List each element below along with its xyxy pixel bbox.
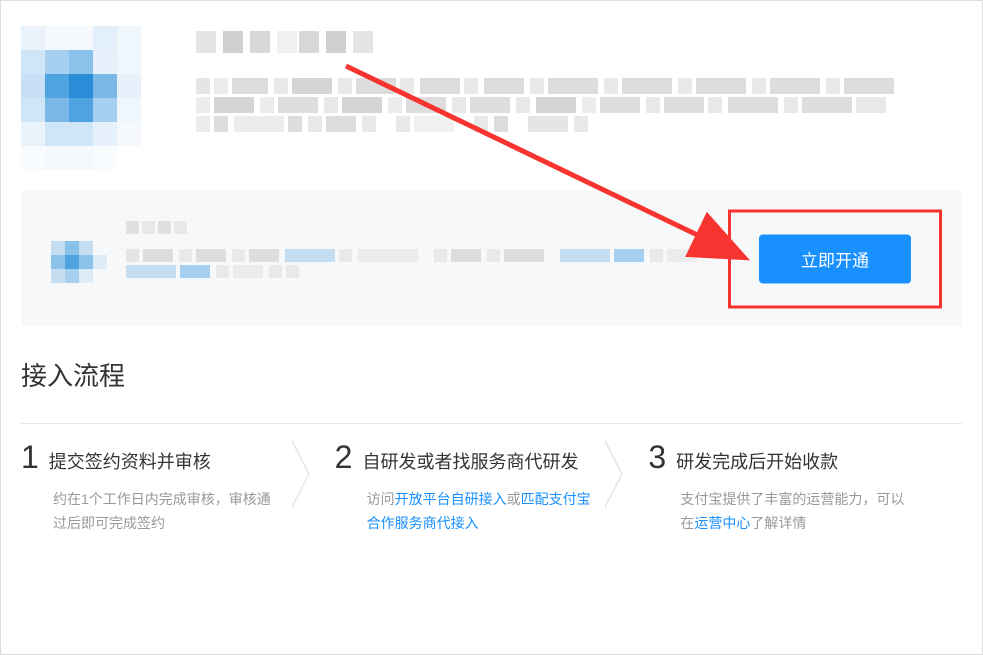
step-2-desc: 访问开放平台自研接入或匹配支付宝合作服务商代接入 [335,488,599,536]
step-2-link-1[interactable]: 开放平台自研接入 [395,491,507,507]
action-button-highlight: 立即开通 [728,209,942,308]
steps-container: 1 提交签约资料并审核 约在1个工作日内完成审核，审核通过后即可完成签约 2 自… [21,423,962,536]
info-panel: 立即开通 [21,191,962,326]
step-3-label: 研发完成后开始收款 [676,448,838,474]
step-2-desc-mid: 或 [507,491,521,507]
step-3-desc-suffix: 了解详情 [750,515,806,531]
step-3: 3 研发完成后开始收款 支付宝提供了丰富的运营能力，可以在运营中心了解详情 [648,423,962,536]
step-1: 1 提交签约资料并审核 约在1个工作日内完成审核，审核通过后即可完成签约 [21,423,335,536]
step-2-number: 2 [335,439,353,476]
step-3-desc: 支付宝提供了丰富的运营能力，可以在运营中心了解详情 [648,488,912,536]
step-1-number: 1 [21,439,39,476]
info-logo-blurred [51,241,106,296]
step-3-number: 3 [648,439,666,476]
step-3-link-1[interactable]: 运营中心 [694,515,750,531]
product-logo-blurred [21,26,166,171]
open-now-button[interactable]: 立即开通 [759,234,911,283]
step-2-label: 自研发或者找服务商代研发 [362,448,578,474]
header-section [1,1,982,191]
header-text-blurred [196,26,962,171]
step-2-desc-prefix: 访问 [367,491,395,507]
product-title-blurred [196,31,962,53]
step-1-label: 提交签约资料并审核 [49,448,211,474]
step-1-desc: 约在1个工作日内完成审核，审核通过后即可完成签约 [21,488,285,536]
flow-title: 接入流程 [21,356,962,393]
step-2: 2 自研发或者找服务商代研发 访问开放平台自研接入或匹配支付宝合作服务商代接入 [335,423,649,536]
product-desc-blurred [196,78,956,135]
flow-section: 接入流程 1 提交签约资料并审核 约在1个工作日内完成审核，审核通过后即可完成签… [1,326,982,556]
